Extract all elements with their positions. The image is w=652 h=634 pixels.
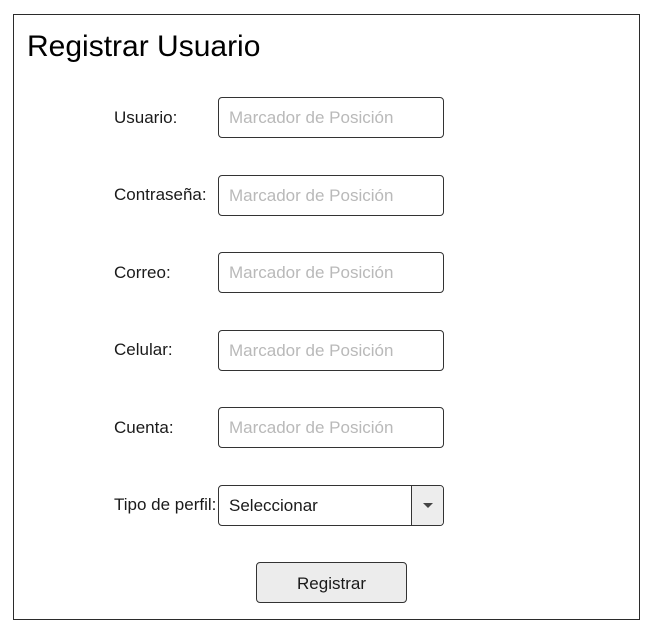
account-label: Cuenta:: [114, 418, 174, 437]
email-input[interactable]: [218, 252, 444, 293]
phone-input[interactable]: [218, 330, 444, 371]
password-label: Contraseña:: [114, 185, 207, 204]
username-label: Usuario:: [114, 108, 178, 127]
page-title: Registrar Usuario: [27, 30, 261, 63]
register-button[interactable]: Registrar: [256, 562, 407, 603]
register-user-panel: Registrar Usuario Usuario: Contraseña: C…: [13, 14, 640, 620]
username-input[interactable]: [218, 97, 444, 138]
profile-type-dropdown-button[interactable]: [411, 486, 443, 525]
password-input[interactable]: [218, 175, 444, 216]
profile-type-select[interactable]: Seleccionar: [218, 485, 444, 526]
account-input[interactable]: [218, 407, 444, 448]
profile-type-label: Tipo de perfil:: [114, 495, 217, 514]
profile-type-value: Seleccionar: [229, 496, 318, 515]
phone-label: Celular:: [114, 340, 173, 359]
chevron-down-icon: [422, 503, 433, 508]
email-label: Correo:: [114, 263, 171, 282]
